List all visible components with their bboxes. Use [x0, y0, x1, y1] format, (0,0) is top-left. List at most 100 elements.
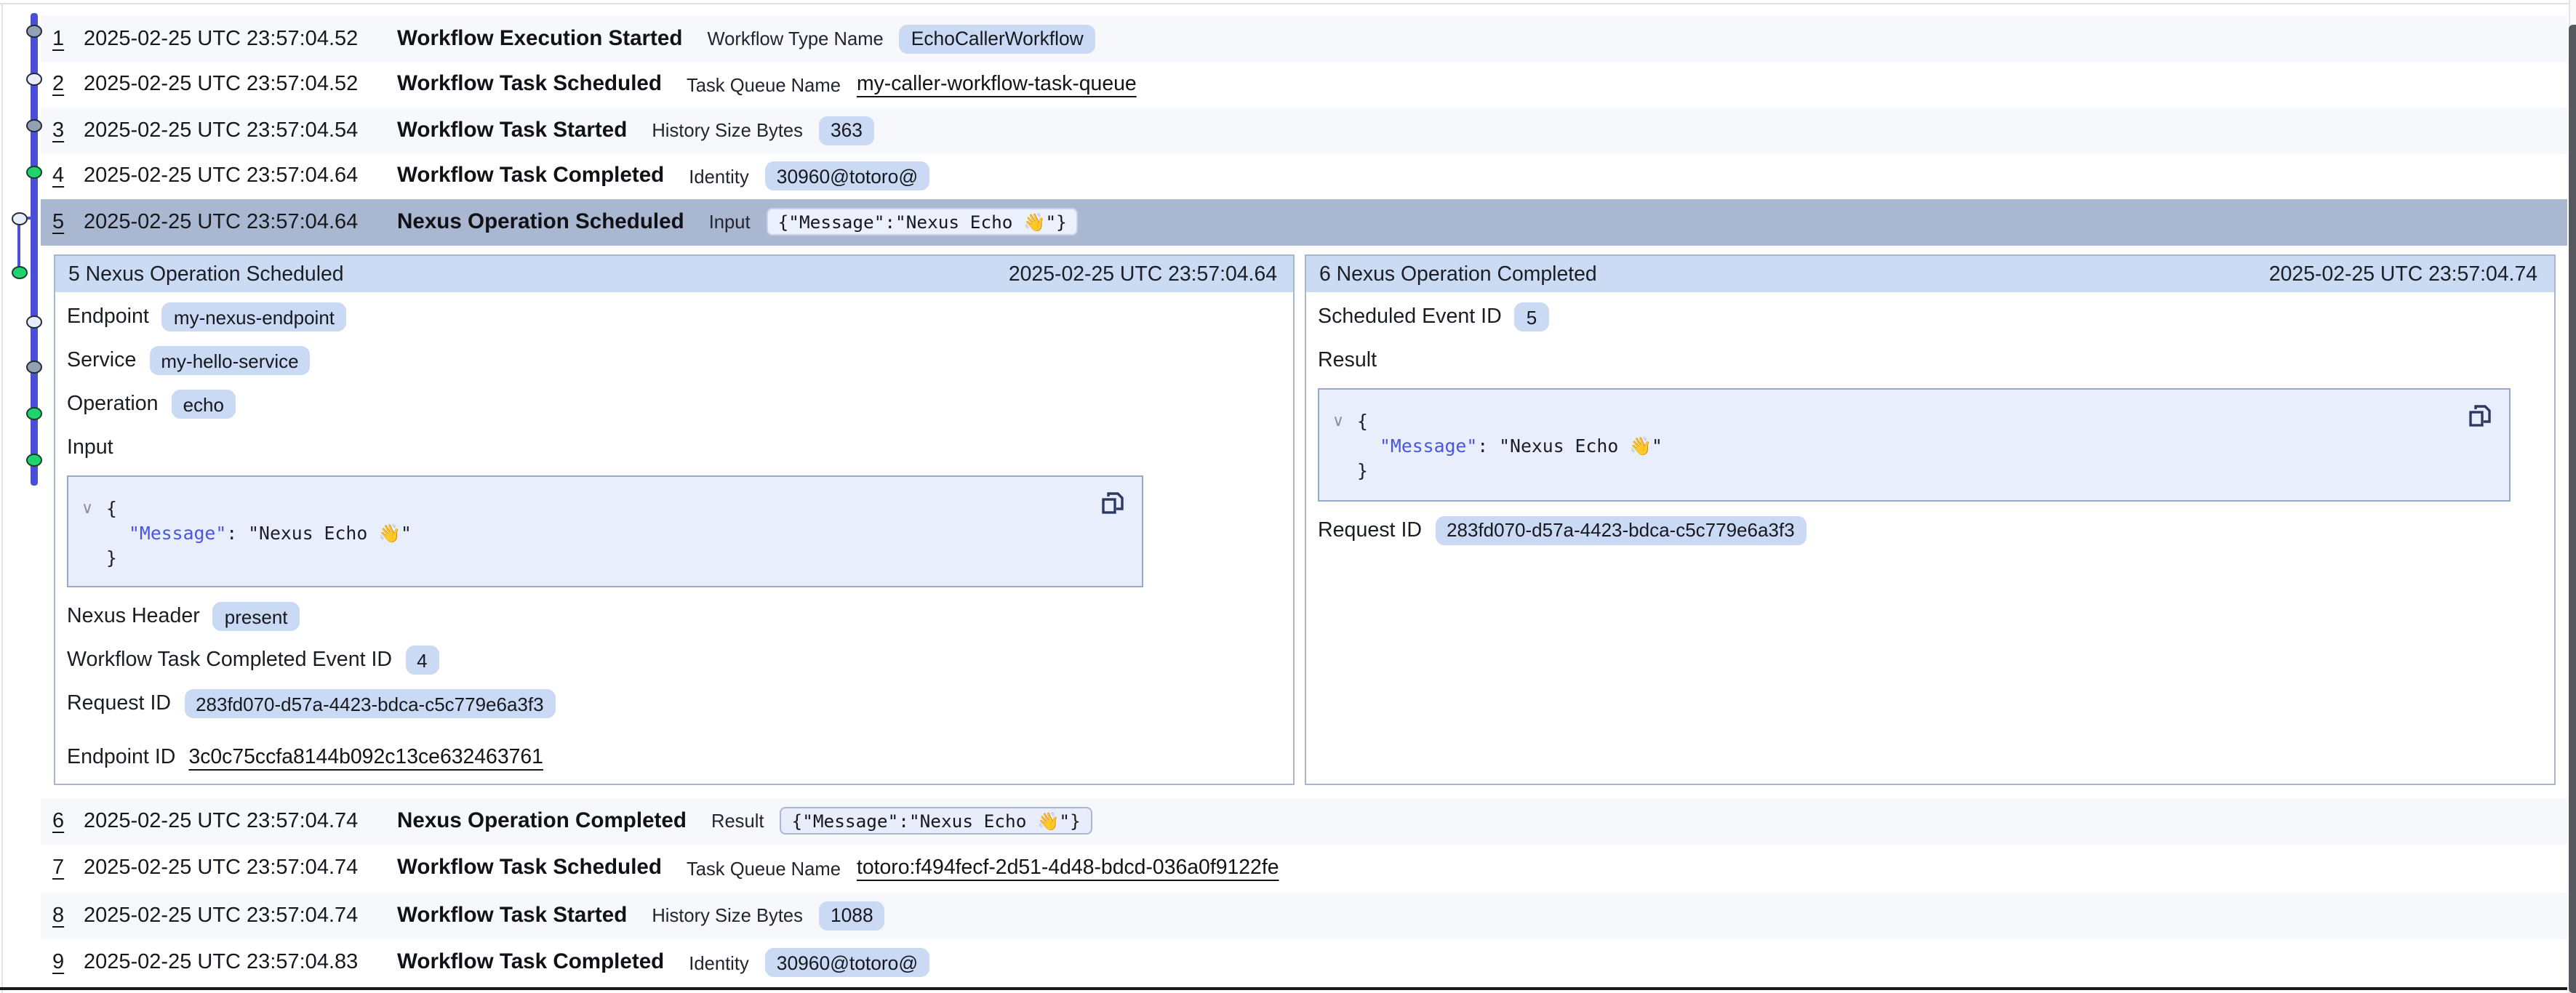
- copy-button[interactable]: [1100, 490, 1126, 516]
- event-row-6[interactable]: 6 2025-02-25 UTC 23:57:04.74 Nexus Opera…: [40, 797, 2567, 845]
- event-id-link[interactable]: 8: [52, 904, 84, 928]
- collapse-chevron-icon[interactable]: ∨: [1332, 414, 1344, 430]
- field-service: Service my-hello-service: [67, 345, 1279, 377]
- event-row-5-selected[interactable]: 5 2025-02-25 UTC 23:57:04.64 Nexus Opera…: [40, 199, 2567, 245]
- event-row-1[interactable]: 1 2025-02-25 UTC 23:57:04.52 Workflow Ex…: [40, 16, 2567, 62]
- event-row-9[interactable]: 9 2025-02-25 UTC 23:57:04.83 Workflow Ta…: [40, 939, 2567, 986]
- event-name: Workflow Task Completed: [397, 952, 664, 975]
- copy-icon: [2467, 403, 2493, 429]
- field-scheduled-event-id: Scheduled Event ID 5: [1318, 301, 2539, 333]
- field-nexus-header: Nexus Header present: [67, 600, 1279, 632]
- event-attr-badge: 30960@totoro@: [765, 949, 929, 978]
- field-value-badge: 5: [1515, 302, 1548, 331]
- event-attr-label: History Size Bytes: [652, 120, 803, 142]
- json-line: "Message": "Nexus Echo 👋": [1357, 433, 2489, 458]
- event-id-link[interactable]: 7: [52, 857, 84, 880]
- field-endpoint: Endpoint my-nexus-endpoint: [67, 301, 1279, 333]
- event-row-2[interactable]: 2 2025-02-25 UTC 23:57:04.52 Workflow Ta…: [40, 62, 2567, 108]
- event-timestamp: 2025-02-25 UTC 23:57:04.64: [84, 165, 397, 188]
- field-value-badge: present: [213, 602, 300, 631]
- event-id-link[interactable]: 6: [52, 810, 84, 833]
- json-close-brace: }: [1357, 458, 2489, 483]
- field-value-badge: 4: [405, 646, 439, 675]
- detail-card-header: 6 Nexus Operation Completed 2025-02-25 U…: [1305, 256, 2553, 292]
- event-attr-label: Task Queue Name: [687, 74, 841, 96]
- copy-button[interactable]: [2467, 403, 2493, 429]
- json-key: "Message": [1380, 435, 1477, 457]
- event-attr-label: Input: [709, 212, 751, 233]
- json-line: "Message": "Nexus Echo 👋": [106, 520, 1121, 545]
- detail-card-nexus-scheduled: 5 Nexus Operation Scheduled 2025-02-25 U…: [53, 254, 1295, 785]
- event-attr-label: History Size Bytes: [652, 905, 803, 927]
- event-timestamp: 2025-02-25 UTC 23:57:04.74: [84, 810, 397, 833]
- collapse-chevron-icon[interactable]: ∨: [81, 502, 93, 518]
- json-close-brace: }: [106, 545, 1121, 570]
- timeline-dot-7[interactable]: [26, 315, 42, 329]
- event-timestamp: 2025-02-25 UTC 23:57:04.64: [84, 211, 397, 234]
- event-id-link[interactable]: 1: [52, 28, 84, 51]
- event-name: Workflow Task Scheduled: [397, 73, 662, 97]
- timeline-dot-10[interactable]: [26, 453, 42, 466]
- event-row-7[interactable]: 7 2025-02-25 UTC 23:57:04.74 Workflow Ta…: [40, 845, 2567, 892]
- event-timestamp: 2025-02-25 UTC 23:57:04.52: [84, 28, 397, 51]
- event-attr-label: Identity: [689, 952, 749, 974]
- event-timestamp: 2025-02-25 UTC 23:57:04.74: [84, 857, 397, 880]
- field-label: Nexus Header: [67, 605, 200, 628]
- task-queue-link[interactable]: my-caller-workflow-task-queue: [857, 73, 1137, 97]
- field-label: Request ID: [67, 692, 171, 715]
- event-row-3[interactable]: 3 2025-02-25 UTC 23:57:04.54 Workflow Ta…: [40, 108, 2567, 153]
- event-id-link[interactable]: 3: [52, 119, 84, 142]
- detail-card-timestamp: 2025-02-25 UTC 23:57:04.64: [1009, 262, 1277, 286]
- event-timestamp: 2025-02-25 UTC 23:57:04.54: [84, 119, 397, 142]
- event-id-link[interactable]: 9: [52, 952, 84, 975]
- timeline-dot-9[interactable]: [26, 407, 42, 420]
- event-row-8[interactable]: 8 2025-02-25 UTC 23:57:04.74 Workflow Ta…: [40, 892, 2567, 939]
- event-payload-badge: {"Message":"Nexus Echo 👋"}: [780, 808, 1092, 835]
- event-timestamp: 2025-02-25 UTC 23:57:04.74: [84, 904, 397, 928]
- json-colon: :: [226, 522, 248, 544]
- field-endpoint-id: Endpoint ID 3c0c75ccfa8144b092c13ce63246…: [67, 741, 1279, 773]
- timeline-dot-5[interactable]: [11, 212, 27, 225]
- event-attr-label: Result: [711, 811, 764, 832]
- event-name: Nexus Operation Completed: [397, 810, 687, 833]
- field-value-badge: my-hello-service: [149, 346, 310, 375]
- field-label: Endpoint: [67, 305, 149, 329]
- field-result: Result: [1318, 345, 2539, 377]
- field-request-id: Request ID 283fd070-d57a-4423-bdca-c5c77…: [67, 688, 1279, 720]
- json-value: "Nexus Echo 👋": [248, 522, 412, 544]
- endpoint-id-link[interactable]: 3c0c75ccfa8144b092c13ce632463761: [188, 746, 543, 769]
- field-value-badge: 283fd070-d57a-4423-bdca-c5c779e6a3f3: [184, 689, 556, 718]
- event-payload-badge: {"Message":"Nexus Echo 👋"}: [767, 209, 1079, 236]
- input-json-viewer: ∨ { "Message": "Nexus Echo 👋" }: [67, 475, 1143, 587]
- event-id-link[interactable]: 5: [52, 211, 84, 234]
- task-queue-link[interactable]: totoro:f494fecf-2d51-4d48-bdcd-036a0f912…: [857, 857, 1279, 880]
- timeline-dot-8[interactable]: [26, 360, 42, 373]
- json-key: "Message": [129, 522, 226, 544]
- event-detail-panels: 5 Nexus Operation Scheduled 2025-02-25 U…: [53, 254, 2555, 785]
- result-json-viewer: ∨ { "Message": "Nexus Echo 👋" }: [1318, 388, 2511, 501]
- scrollbar-thumb[interactable]: [2568, 25, 2576, 993]
- bottom-divider: [0, 986, 2567, 989]
- field-label: Scheduled Event ID: [1318, 305, 1502, 329]
- event-attr-label: Workflow Type Name: [707, 28, 883, 50]
- detail-card-body: Scheduled Event ID 5 Result ∨ { "Message…: [1305, 292, 2553, 572]
- event-name: Workflow Task Started: [397, 119, 627, 142]
- field-value-badge: 283fd070-d57a-4423-bdca-c5c779e6a3f3: [1435, 515, 1807, 544]
- field-value-badge: echo: [172, 390, 236, 419]
- field-label: Workflow Task Completed Event ID: [67, 648, 392, 672]
- field-value-badge: my-nexus-endpoint: [162, 302, 346, 331]
- scrollbar-track[interactable]: [2568, 0, 2576, 993]
- event-attr-label: Identity: [689, 166, 749, 188]
- event-id-link[interactable]: 4: [52, 165, 84, 188]
- field-input: Input: [67, 432, 1279, 464]
- field-label: Request ID: [1318, 518, 1422, 542]
- timeline-dot-6[interactable]: [11, 266, 27, 279]
- event-row-4[interactable]: 4 2025-02-25 UTC 23:57:04.64 Workflow Ta…: [40, 153, 2567, 199]
- timeline-branch-line: [17, 218, 21, 273]
- event-name: Workflow Task Started: [397, 904, 627, 928]
- event-attr-badge: 363: [819, 116, 874, 145]
- event-list-top: 1 2025-02-25 UTC 23:57:04.52 Workflow Ex…: [40, 16, 2567, 245]
- event-id-link[interactable]: 2: [52, 73, 84, 97]
- field-label: Input: [67, 436, 113, 459]
- detail-card-title: 5 Nexus Operation Scheduled: [68, 262, 344, 286]
